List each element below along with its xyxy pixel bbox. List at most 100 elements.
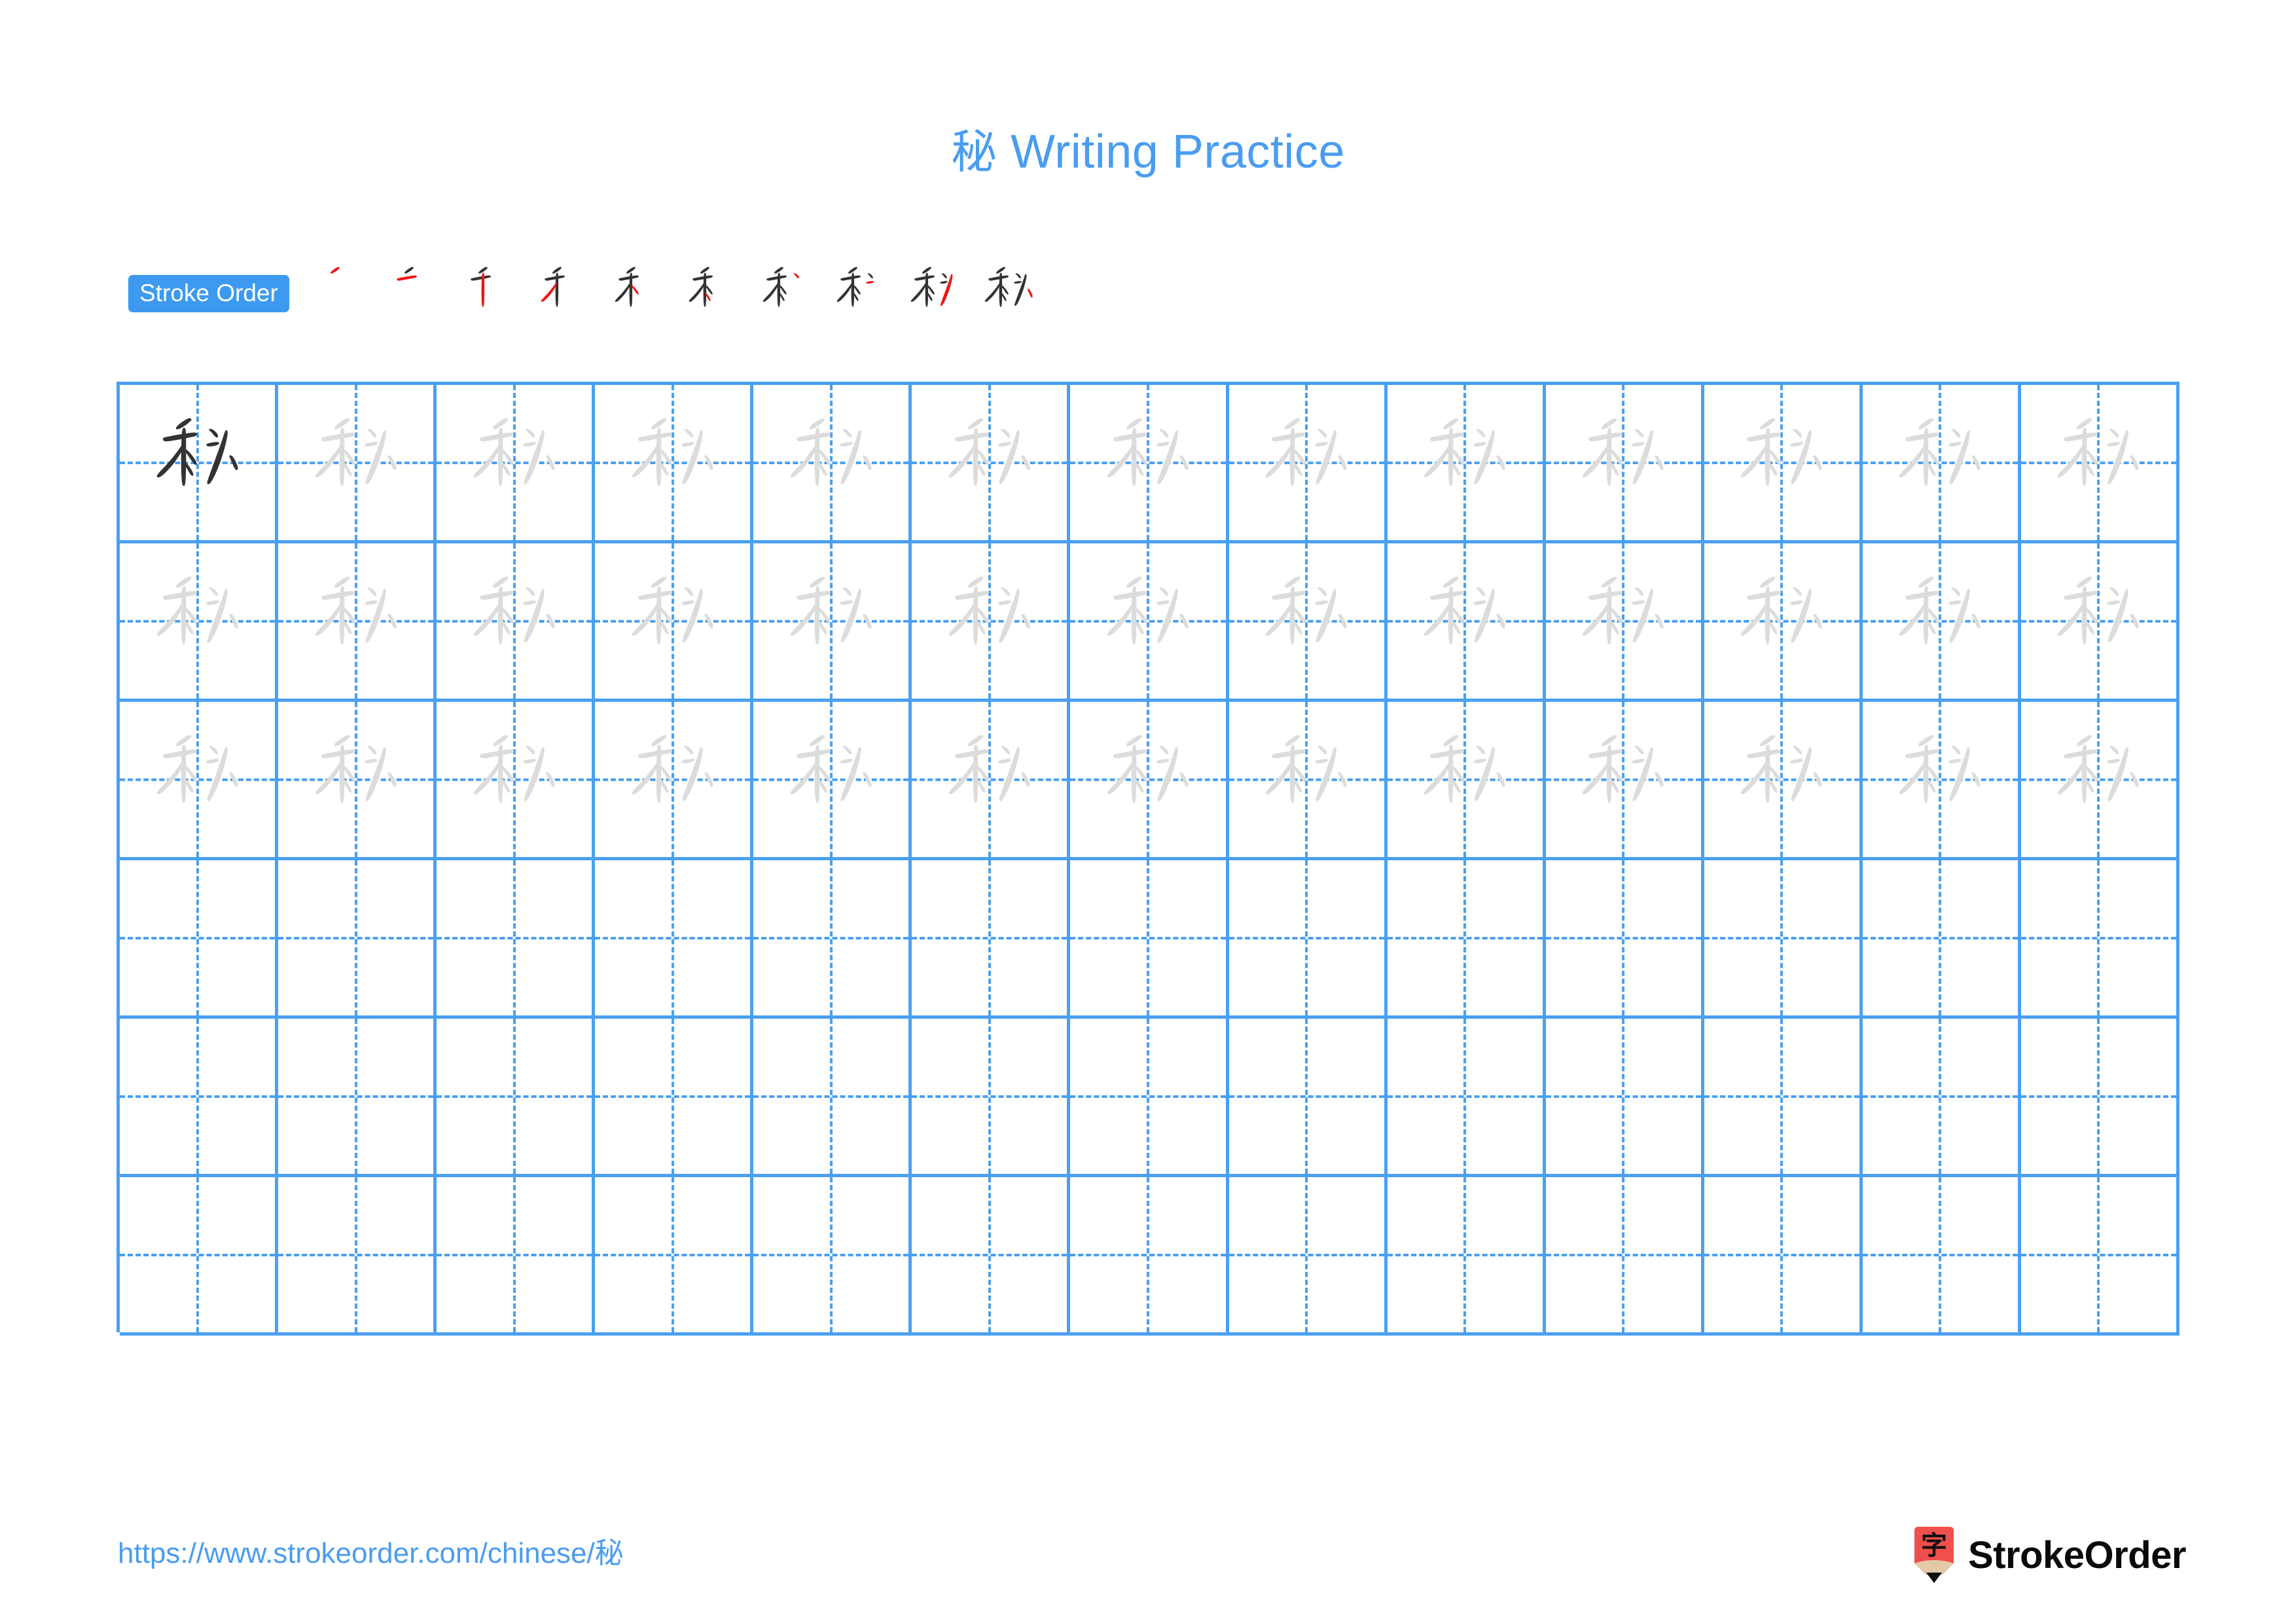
grid-cell-empty[interactable] xyxy=(1545,860,1704,1019)
grid-cell-trace[interactable] xyxy=(120,702,279,860)
grid-cell-trace[interactable] xyxy=(437,702,596,860)
grid-cell-empty[interactable] xyxy=(120,860,279,1019)
grid-cell-empty[interactable] xyxy=(595,860,754,1019)
stroke-step-3 xyxy=(454,255,528,332)
grid-cell-trace[interactable] xyxy=(1862,702,2021,860)
grid-cell-empty[interactable] xyxy=(1070,1177,1229,1336)
footer-url[interactable]: https://www.strokeorder.com/chinese/秘 xyxy=(118,1529,624,1571)
grid-cell-trace[interactable] xyxy=(1704,702,1863,860)
trace-character xyxy=(437,385,592,540)
grid-cell-empty[interactable] xyxy=(1704,860,1863,1019)
grid-cell-trace[interactable] xyxy=(1387,702,1546,860)
grid-cell-trace[interactable] xyxy=(2020,385,2180,543)
grid-cell-trace[interactable] xyxy=(1229,385,1388,543)
grid-cell-empty[interactable] xyxy=(1704,1019,1863,1177)
grid-cell-empty[interactable] xyxy=(2020,1019,2180,1177)
grid-cell-empty[interactable] xyxy=(1229,1177,1388,1336)
stroke-order-badge: Stroke Order xyxy=(128,274,289,312)
footer-url-character: 秘 xyxy=(594,1537,624,1570)
grid-cell-empty[interactable] xyxy=(1229,860,1388,1019)
grid-cell-empty[interactable] xyxy=(120,1019,279,1177)
stroke-order-section: Stroke Order xyxy=(128,254,1046,333)
grid-cell-trace[interactable] xyxy=(595,702,754,860)
grid-cell-empty[interactable] xyxy=(1704,1177,1863,1336)
footer-url-text: https://www.strokeorder.com/chinese/ xyxy=(118,1537,595,1569)
grid-cell-trace[interactable] xyxy=(753,385,912,543)
grid-row xyxy=(120,1019,2180,1177)
grid-cell-empty[interactable] xyxy=(1387,860,1546,1019)
stroke-step-9 xyxy=(898,255,972,332)
brand-name: StrokeOrder xyxy=(1968,1533,2186,1577)
grid-cell-empty[interactable] xyxy=(1862,1019,2021,1177)
grid-cell-empty[interactable] xyxy=(278,860,437,1019)
trace-character xyxy=(1229,702,1384,857)
grid-cell-empty[interactable] xyxy=(1229,1019,1388,1177)
grid-cell-trace[interactable] xyxy=(1862,543,2021,702)
grid-row xyxy=(120,860,2180,1019)
grid-cell-empty[interactable] xyxy=(753,1019,912,1177)
grid-cell-empty[interactable] xyxy=(278,1177,437,1336)
model-character xyxy=(120,385,275,540)
trace-character xyxy=(1229,385,1384,540)
grid-cell-empty[interactable] xyxy=(753,1177,912,1336)
page-title: 秘 Writing Practice xyxy=(0,115,2296,181)
grid-cell-trace[interactable] xyxy=(1704,543,1863,702)
grid-cell-trace[interactable] xyxy=(912,543,1071,702)
grid-cell-trace[interactable] xyxy=(1545,702,1704,860)
grid-cell-trace[interactable] xyxy=(1229,702,1388,860)
grid-cell-empty[interactable] xyxy=(1387,1177,1546,1336)
grid-cell-empty[interactable] xyxy=(1862,1177,2021,1336)
trace-character xyxy=(120,702,275,857)
grid-cell-empty[interactable] xyxy=(437,1019,596,1177)
grid-cell-trace[interactable] xyxy=(437,385,596,543)
brand-logo[interactable]: 字 StrokeOrder xyxy=(1912,1519,2186,1591)
grid-cell-trace[interactable] xyxy=(1387,543,1546,702)
trace-character xyxy=(1229,543,1384,699)
grid-cell-empty[interactable] xyxy=(1545,1177,1704,1336)
grid-cell-empty[interactable] xyxy=(1862,860,2021,1019)
grid-cell-empty[interactable] xyxy=(1387,1019,1546,1177)
grid-cell-trace[interactable] xyxy=(278,543,437,702)
grid-cell-empty[interactable] xyxy=(278,1019,437,1177)
grid-cell-empty[interactable] xyxy=(753,860,912,1019)
grid-cell-trace[interactable] xyxy=(2020,702,2180,860)
grid-cell-trace[interactable] xyxy=(1070,543,1229,702)
grid-cell-trace[interactable] xyxy=(1704,385,1863,543)
grid-cell-trace[interactable] xyxy=(753,702,912,860)
trace-character xyxy=(1388,702,1543,857)
grid-cell-trace[interactable] xyxy=(912,385,1071,543)
trace-character xyxy=(278,543,433,699)
grid-cell-empty[interactable] xyxy=(595,1019,754,1177)
grid-cell-trace[interactable] xyxy=(753,543,912,702)
trace-character xyxy=(1863,385,2018,540)
grid-cell-trace[interactable] xyxy=(1545,543,1704,702)
grid-cell-model[interactable] xyxy=(120,385,279,543)
grid-cell-trace[interactable] xyxy=(278,702,437,860)
grid-cell-trace[interactable] xyxy=(120,543,279,702)
trace-character xyxy=(278,385,433,540)
grid-cell-trace[interactable] xyxy=(595,385,754,543)
grid-cell-trace[interactable] xyxy=(912,702,1071,860)
grid-cell-trace[interactable] xyxy=(437,543,596,702)
grid-cell-empty[interactable] xyxy=(437,860,596,1019)
grid-cell-trace[interactable] xyxy=(1070,385,1229,543)
grid-cell-trace[interactable] xyxy=(1545,385,1704,543)
grid-cell-trace[interactable] xyxy=(2020,543,2180,702)
grid-cell-trace[interactable] xyxy=(1862,385,2021,543)
grid-cell-empty[interactable] xyxy=(2020,860,2180,1019)
grid-cell-trace[interactable] xyxy=(1229,543,1388,702)
grid-cell-empty[interactable] xyxy=(437,1177,596,1336)
grid-cell-trace[interactable] xyxy=(595,543,754,702)
grid-cell-trace[interactable] xyxy=(278,385,437,543)
grid-cell-empty[interactable] xyxy=(912,1019,1071,1177)
grid-cell-empty[interactable] xyxy=(912,860,1071,1019)
grid-cell-empty[interactable] xyxy=(1545,1019,1704,1177)
grid-cell-empty[interactable] xyxy=(2020,1177,2180,1336)
grid-cell-empty[interactable] xyxy=(912,1177,1071,1336)
grid-cell-empty[interactable] xyxy=(595,1177,754,1336)
grid-cell-empty[interactable] xyxy=(1070,860,1229,1019)
grid-cell-trace[interactable] xyxy=(1070,702,1229,860)
grid-cell-empty[interactable] xyxy=(1070,1019,1229,1177)
grid-cell-empty[interactable] xyxy=(120,1177,279,1336)
grid-cell-trace[interactable] xyxy=(1387,385,1546,543)
